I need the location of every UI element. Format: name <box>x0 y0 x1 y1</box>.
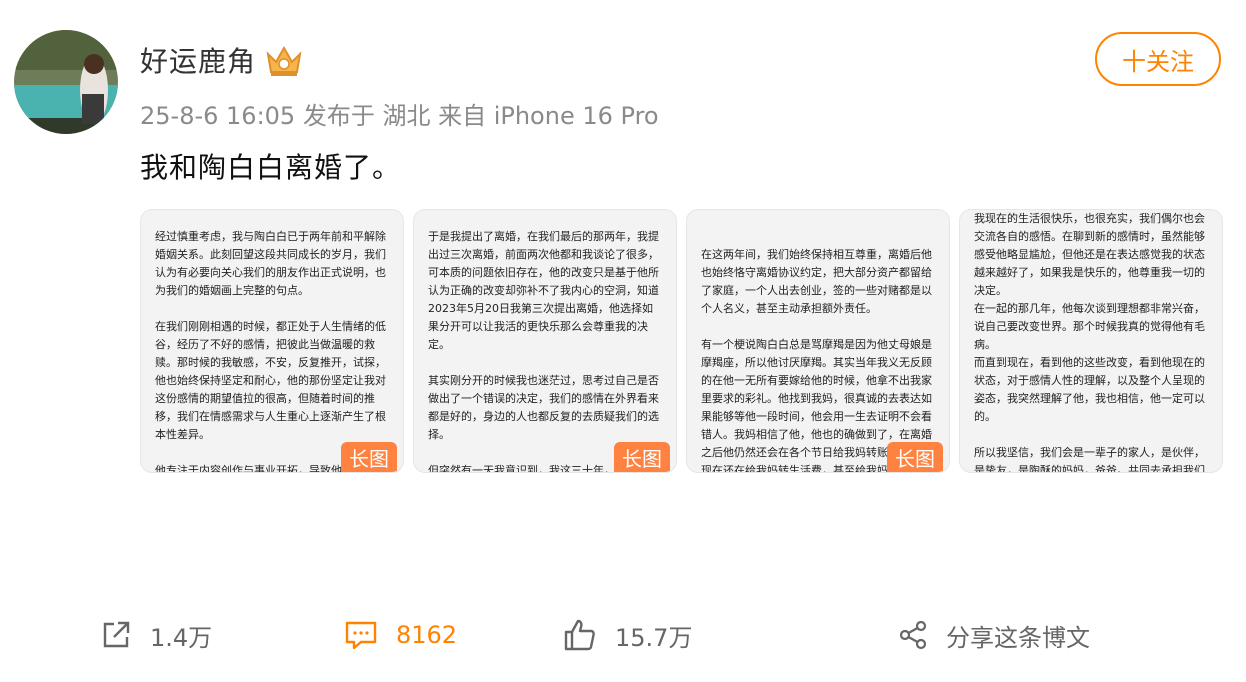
comment-icon <box>345 621 377 650</box>
image-thumbnail[interactable]: 经过慎重考虑，我与陶白白已于两年前和平解除婚姻关系。此刻回望这段共同成长的岁月，… <box>140 209 404 473</box>
comment-count: 8162 <box>396 621 458 649</box>
action-bar: 1.4万 8162 15.7万 分享这条博文 <box>0 608 1246 662</box>
repost-count: 1.4万 <box>150 623 213 652</box>
long-image-text: 我现在的生活很快乐，也很充实，我们偶尔也会交流各自的感悟。在聊到新的感情时，虽然… <box>974 212 1205 472</box>
long-image-text: 经过慎重考虑，我与陶白白已于两年前和平解除婚姻关系。此刻回望这段共同成长的岁月，… <box>155 230 386 472</box>
long-image-text: 在这两年间，我们始终保持相互尊重，离婚后他也始终恪守离婚协议约定，把大部分资产都… <box>701 248 932 472</box>
follow-button[interactable]: 十关注 <box>1095 32 1221 86</box>
long-image-badge: 长图 <box>887 442 943 472</box>
like-icon <box>564 619 595 651</box>
repost-icon <box>103 621 130 648</box>
image-thumbnail[interactable]: 我现在的生活很快乐，也很充实，我们偶尔也会交流各自的感悟。在聊到新的感情时，虽然… <box>959 209 1223 473</box>
comment-button[interactable]: 8162 <box>344 608 457 662</box>
avatar[interactable] <box>14 30 118 134</box>
share-post-button[interactable]: 分享这条博文 <box>898 608 1090 662</box>
long-image-text: 于是我提出了离婚，在我们最后的那两年，我提出过三次离婚，前面两次他都和我谈论了很… <box>428 230 659 472</box>
image-thumbnail[interactable]: 于是我提出了离婚，在我们最后的那两年，我提出过三次离婚，前面两次他都和我谈论了很… <box>413 209 677 473</box>
long-image-badge: 长图 <box>341 442 397 472</box>
long-image-badge: 长图 <box>614 442 670 472</box>
username[interactable]: 好运鹿角 <box>140 40 256 80</box>
share-icon <box>899 620 927 650</box>
crown-badge-icon <box>266 45 302 76</box>
share-post-label: 分享这条博文 <box>946 623 1090 652</box>
like-count: 15.7万 <box>615 623 693 652</box>
avatar-photo <box>14 30 118 134</box>
post-meta: 25-8-6 16:05 发布于 湖北 来自 iPhone 16 Pro <box>140 102 659 130</box>
repost-button[interactable]: 1.4万 <box>100 608 212 662</box>
like-button[interactable]: 15.7万 <box>563 608 692 662</box>
image-thumbnail[interactable]: 在这两年间，我们始终保持相互尊重，离婚后他也始终恪守离婚协议约定，把大部分资产都… <box>686 209 950 473</box>
post-content: 我和陶白白离婚了。 <box>140 151 402 184</box>
